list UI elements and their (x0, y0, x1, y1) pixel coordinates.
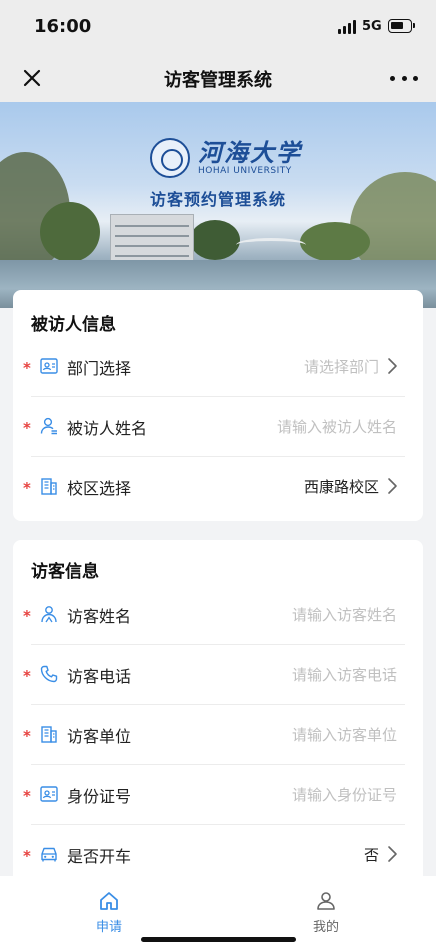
field-label: 身份证号 (67, 787, 132, 806)
field-label: 部门选择 (67, 359, 132, 378)
battery-icon (388, 19, 415, 33)
university-logo: 河海大学 HOHAI UNIVERSITY (150, 138, 302, 178)
profile-icon (317, 892, 335, 910)
building-icon (39, 724, 59, 744)
field-label: 被访人姓名 (67, 419, 148, 438)
required-mark: * (23, 479, 31, 497)
field-label: 是否开车 (67, 847, 132, 866)
required-mark: * (23, 847, 31, 865)
select-value[interactable]: 请选择部门 (304, 356, 379, 377)
input-placeholder[interactable]: 请输入身份证号 (292, 784, 397, 805)
input-placeholder[interactable]: 请输入被访人姓名 (277, 416, 397, 437)
field-label: 校区选择 (67, 479, 132, 498)
select-row[interactable]: * 校区选择 西康路校区 (13, 457, 423, 517)
system-name: 访客预约管理系统 (149, 190, 286, 209)
input-row[interactable]: * 被访人姓名 请输入被访人姓名 (13, 397, 423, 457)
tab-label: 申请 (95, 920, 122, 935)
network-type: 5G (362, 19, 382, 34)
university-name-en: HOHAI UNIVERSITY (198, 166, 292, 176)
required-mark: * (23, 607, 31, 625)
bridge-graphic (236, 238, 306, 252)
user-icon (39, 416, 59, 436)
input-placeholder[interactable]: 请输入访客电话 (292, 664, 397, 685)
select-row[interactable]: * 部门选择 请选择部门 (13, 337, 423, 397)
page-title: 访客管理系统 (164, 70, 272, 91)
signal-icon (338, 20, 358, 34)
input-row[interactable]: * 访客姓名 请输入访客姓名 (13, 585, 423, 645)
more-icon[interactable] (390, 66, 418, 90)
chevron-right-icon[interactable] (387, 357, 399, 375)
required-mark: * (23, 419, 31, 437)
banner-image: 河海大学 HOHAI UNIVERSITY 访客预约管理系统 (0, 102, 436, 308)
status-time: 16:00 (34, 16, 92, 37)
input-row[interactable]: * 身份证号 请输入身份证号 (13, 765, 423, 825)
id-card-icon (39, 356, 59, 376)
visitor-info-card: 访客信息 * 访客姓名 请输入访客姓名 * 访客电话 请输入访客电话 * 访客单位 请输入访客单… (13, 540, 423, 885)
home-indicator (141, 937, 296, 942)
field-label: 访客电话 (67, 667, 132, 686)
input-placeholder[interactable]: 请输入访客姓名 (292, 604, 397, 625)
select-value[interactable]: 否 (364, 844, 379, 865)
field-label: 访客姓名 (67, 607, 132, 626)
university-name-cn: 河海大学 (198, 138, 302, 167)
required-mark: * (23, 359, 31, 377)
field-label: 访客单位 (67, 727, 132, 746)
visitor-icon (39, 604, 59, 624)
input-row[interactable]: * 访客电话 请输入访客电话 (13, 645, 423, 705)
required-mark: * (23, 667, 31, 685)
building-graphic (110, 214, 194, 262)
section-title: 访客信息 (31, 562, 99, 582)
university-emblem-icon (150, 138, 190, 178)
nav-bar: 访客管理系统 (0, 54, 436, 102)
tab-apply[interactable]: 申请 (79, 890, 139, 935)
id-card-icon (39, 784, 59, 804)
select-value[interactable]: 西康路校区 (304, 476, 379, 497)
status-bar: 16:00 5G (0, 0, 436, 54)
input-row[interactable]: * 访客单位 请输入访客单位 (13, 705, 423, 765)
home-icon (100, 892, 118, 910)
chevron-right-icon[interactable] (387, 845, 399, 863)
building-icon (39, 476, 59, 496)
required-mark: * (23, 787, 31, 805)
tab-mine[interactable]: 我的 (296, 890, 356, 935)
tab-label: 我的 (312, 920, 339, 935)
car-icon (39, 844, 59, 864)
required-mark: * (23, 727, 31, 745)
input-placeholder[interactable]: 请输入访客单位 (292, 724, 397, 745)
chevron-right-icon[interactable] (387, 477, 399, 495)
section-title: 被访人信息 (31, 315, 116, 335)
host-info-card: 被访人信息 * 部门选择 请选择部门 * 被访人姓名 请输入被访人姓名 * 校区选择 西康路校区 (13, 290, 423, 521)
phone-icon (39, 664, 59, 684)
